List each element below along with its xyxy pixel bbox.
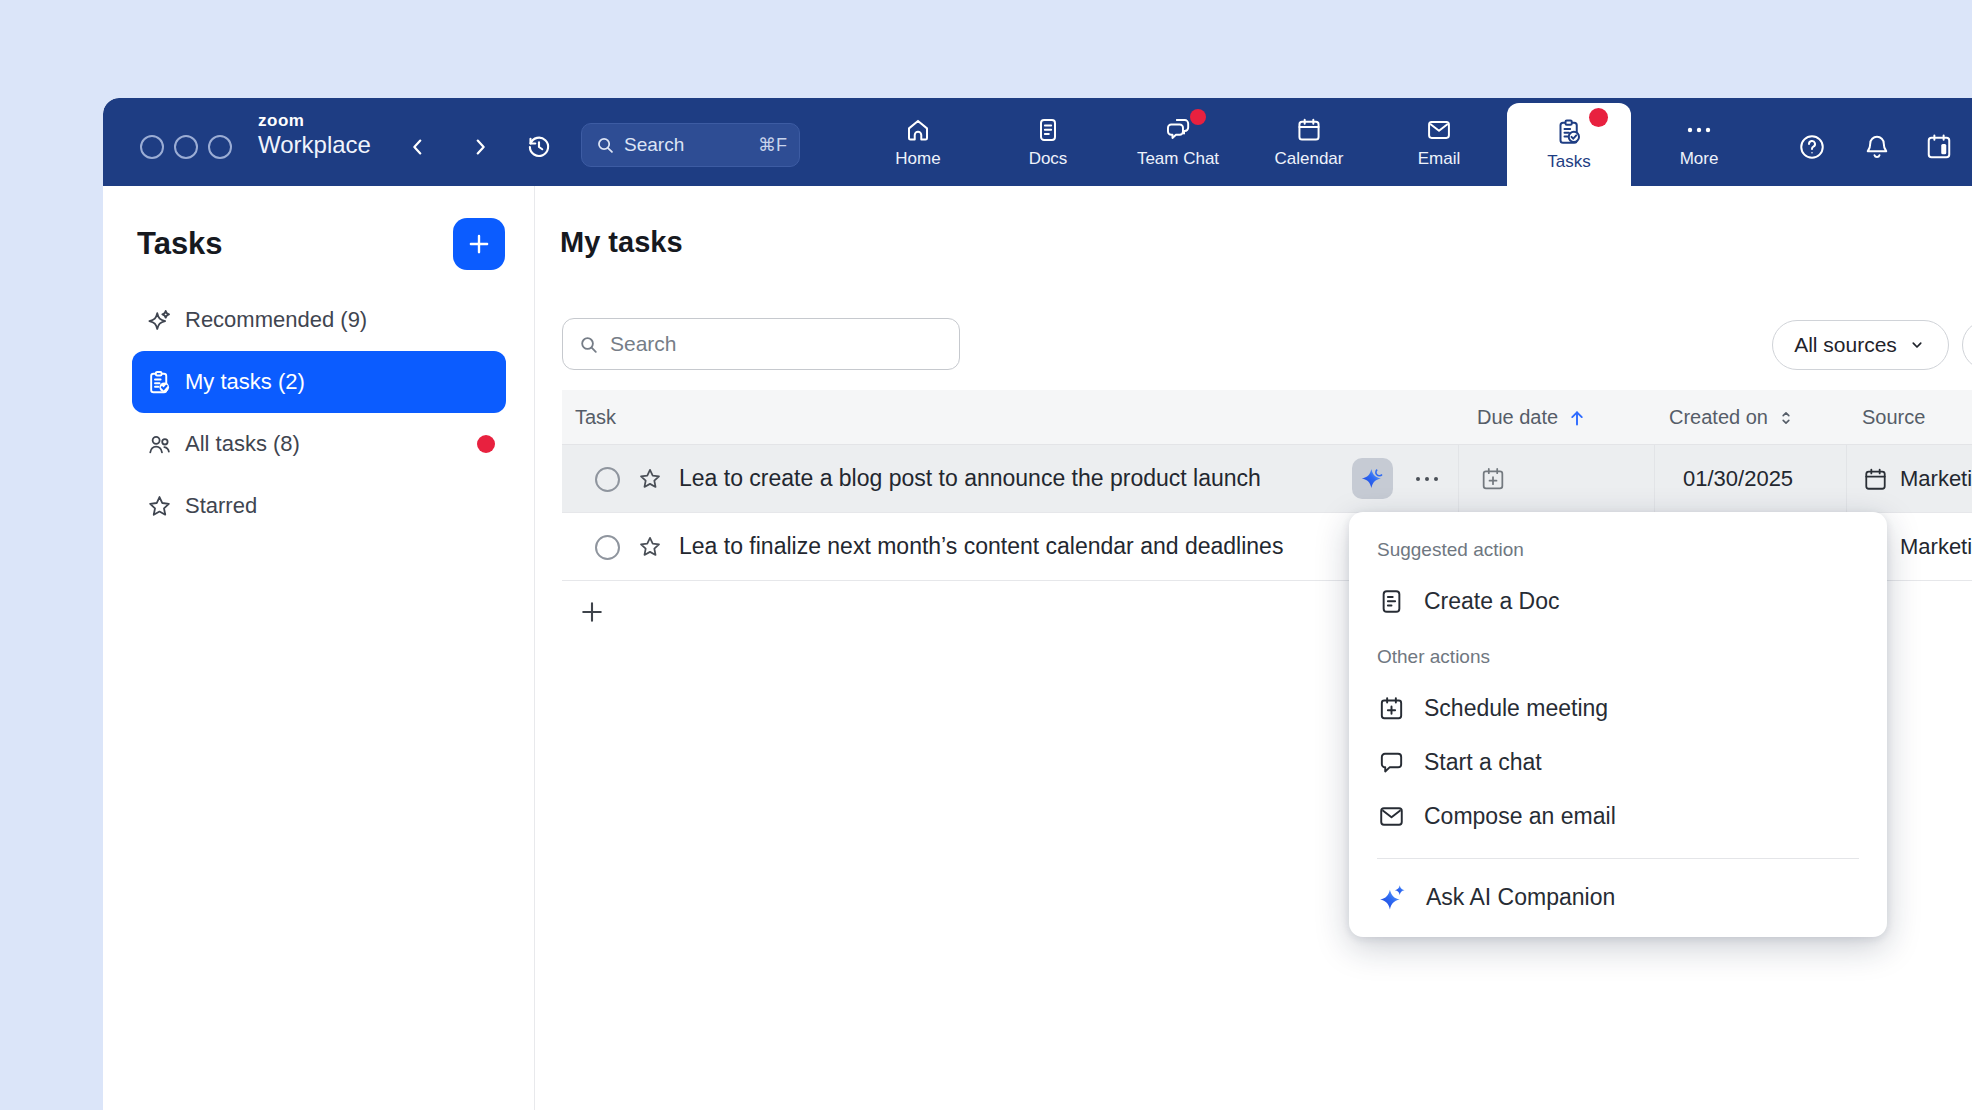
menu-item-create-doc[interactable]: Create a Doc xyxy=(1349,573,1887,629)
task-row[interactable]: Lea to create a blog post to announce th… xyxy=(562,445,1972,513)
global-search-placeholder: Search xyxy=(624,134,758,156)
task-complete-radio[interactable] xyxy=(595,535,620,560)
calendar-plus-icon xyxy=(1479,465,1507,493)
calendar-plus-icon xyxy=(1377,694,1406,723)
search-icon xyxy=(577,333,600,356)
menu-section-suggested: Suggested action xyxy=(1377,539,1524,561)
help-icon xyxy=(1797,132,1827,162)
team-chat-badge xyxy=(1190,109,1206,125)
ai-sparkle-icon xyxy=(1359,465,1386,492)
forward-button[interactable] xyxy=(461,128,499,166)
search-shortcut: ⌘F xyxy=(758,134,787,156)
home-icon xyxy=(904,116,932,144)
history-icon xyxy=(524,132,554,162)
plus-icon xyxy=(578,598,606,626)
window-control-close[interactable] xyxy=(140,135,164,159)
workplace-logo: Workplace xyxy=(258,131,371,159)
filter-button-partial[interactable] xyxy=(1962,320,1972,370)
col-created-on[interactable]: Created on xyxy=(1669,390,1796,445)
plus-icon xyxy=(466,231,492,257)
chevron-right-icon xyxy=(469,136,491,158)
sidebar-item-recommended[interactable]: Recommended (9) xyxy=(132,289,506,351)
calendar-panel-icon xyxy=(1924,132,1954,162)
search-icon xyxy=(594,134,616,156)
tasks-badge xyxy=(1589,108,1608,127)
page-title: My tasks xyxy=(560,226,683,259)
task-search[interactable] xyxy=(562,318,960,370)
task-title: Lea to finalize next month’s content cal… xyxy=(679,533,1283,560)
email-icon xyxy=(1425,116,1453,144)
star-icon xyxy=(637,534,663,560)
sidebar-title: Tasks xyxy=(137,226,223,262)
tasks-icon xyxy=(1554,117,1584,147)
task-star-button[interactable] xyxy=(637,534,663,560)
history-button[interactable] xyxy=(520,128,558,166)
source-value: Marketing xyxy=(1900,534,1972,560)
chat-icon xyxy=(1377,748,1406,777)
star-icon xyxy=(146,493,173,520)
window-control-zoom[interactable] xyxy=(208,135,232,159)
sources-filter-button[interactable]: All sources xyxy=(1772,320,1949,370)
add-due-date-button[interactable] xyxy=(1479,465,1507,493)
task-star-button[interactable] xyxy=(637,466,663,492)
sidebar: Tasks Recommended (9) My tasks (2) xyxy=(103,186,535,1110)
ai-companion-icon xyxy=(1377,882,1408,913)
my-tasks-icon xyxy=(146,369,173,396)
nav-home[interactable]: Home xyxy=(858,98,978,186)
source-calendar-icon xyxy=(1862,466,1889,493)
star-icon xyxy=(637,466,663,492)
schedule-button[interactable] xyxy=(1921,129,1957,165)
menu-item-ask-ai[interactable]: Ask AI Companion xyxy=(1349,869,1887,925)
sparkle-icon xyxy=(146,307,173,334)
all-tasks-badge xyxy=(477,435,495,453)
notifications-button[interactable] xyxy=(1859,129,1895,165)
col-task: Task xyxy=(575,390,616,445)
menu-item-start-chat[interactable]: Start a chat xyxy=(1349,734,1887,790)
team-chat-icon xyxy=(1164,115,1193,144)
col-due-date[interactable]: Due date xyxy=(1477,390,1588,445)
task-title: Lea to create a blog post to announce th… xyxy=(679,465,1261,492)
email-icon xyxy=(1377,802,1406,831)
bell-icon xyxy=(1862,132,1892,162)
created-on-value: 01/30/2025 xyxy=(1683,466,1793,492)
global-search[interactable]: Search ⌘F xyxy=(581,123,800,167)
task-search-input[interactable] xyxy=(610,332,910,356)
menu-section-other: Other actions xyxy=(1377,646,1490,668)
menu-item-compose-email[interactable]: Compose an email xyxy=(1349,788,1887,844)
zoom-logo: zoom xyxy=(258,111,304,131)
ai-companion-button[interactable] xyxy=(1352,458,1393,499)
sidebar-item-my-tasks[interactable]: My tasks (2) xyxy=(132,351,506,413)
task-complete-radio[interactable] xyxy=(595,467,620,492)
menu-divider xyxy=(1377,858,1859,859)
more-icon xyxy=(1684,116,1714,144)
nav-more[interactable]: More xyxy=(1639,98,1759,186)
row-more-button[interactable] xyxy=(1412,471,1442,487)
window-control-minimize[interactable] xyxy=(174,135,198,159)
nav-email[interactable]: Email xyxy=(1379,98,1499,186)
sort-both-icon xyxy=(1776,408,1796,428)
doc-icon xyxy=(1377,587,1406,616)
nav-tasks-active-tab[interactable]: Tasks xyxy=(1507,103,1631,186)
menu-item-schedule-meeting[interactable]: Schedule meeting xyxy=(1349,680,1887,736)
sidebar-item-all-tasks[interactable]: All tasks (8) xyxy=(132,413,506,475)
app-window: zoom Workplace Search ⌘F Home xyxy=(103,98,1972,1110)
nav-calendar[interactable]: Calendar xyxy=(1249,98,1369,186)
source-value: Marketing xyxy=(1900,466,1972,492)
calendar-icon xyxy=(1295,116,1323,144)
nav-team-chat[interactable]: Team Chat xyxy=(1118,98,1238,186)
sidebar-item-starred[interactable]: Starred xyxy=(132,475,506,537)
chevron-left-icon xyxy=(407,136,429,158)
topbar: zoom Workplace Search ⌘F Home xyxy=(103,98,1972,186)
ai-actions-menu: Suggested action Create a Doc Other acti… xyxy=(1349,512,1887,937)
sort-asc-icon xyxy=(1566,407,1588,429)
col-source: Source xyxy=(1862,390,1925,445)
nav-docs[interactable]: Docs xyxy=(988,98,1108,186)
add-task-button[interactable] xyxy=(453,218,505,270)
docs-icon xyxy=(1034,116,1062,144)
help-button[interactable] xyxy=(1794,129,1830,165)
table-header: Task Due date Created on Source xyxy=(562,390,1972,445)
people-icon xyxy=(146,431,173,458)
back-button[interactable] xyxy=(399,128,437,166)
chevron-down-icon xyxy=(1907,335,1927,355)
